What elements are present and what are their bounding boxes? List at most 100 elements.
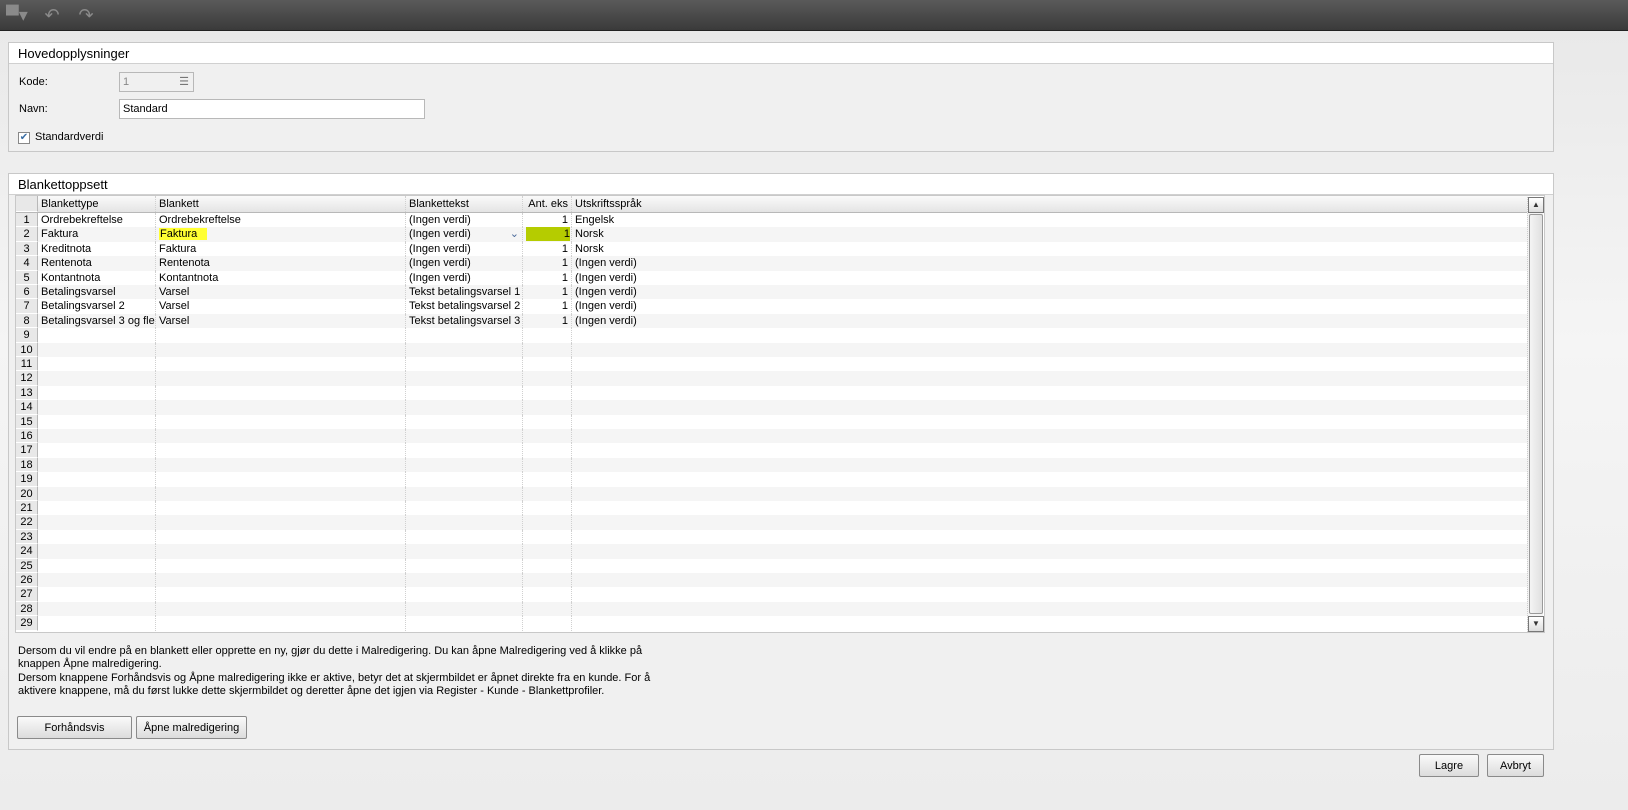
cell-blankett[interactable] [156, 357, 406, 372]
cell-ant-eks[interactable]: 1 [523, 227, 572, 242]
standard-checkbox[interactable]: ✔ [18, 132, 30, 144]
cell-blankett[interactable] [156, 515, 406, 530]
cell-blankettype[interactable]: Ordrebekreftelse [38, 213, 156, 228]
scroll-up-icon[interactable]: ▲ [1528, 197, 1544, 213]
cell-blankettekst[interactable] [406, 400, 523, 415]
cell-blankettype[interactable] [38, 328, 156, 343]
cell-blankettekst[interactable]: (Ingen verdi) [406, 270, 523, 285]
cell-blankettekst[interactable] [406, 357, 523, 372]
cell-blankettekst[interactable]: Tekst betalingsvarsel 2 [406, 299, 523, 314]
redo-icon[interactable]: ↷ [76, 5, 96, 25]
table-row[interactable]: 16 [16, 429, 1528, 444]
table-row[interactable]: 2 Faktura Faktura (Ingen verdi) ⌄ 1 Norsk [16, 227, 1528, 242]
table-row[interactable]: 24 [16, 544, 1528, 559]
column-header[interactable]: Blankettype [38, 196, 156, 212]
cell-blankettekst[interactable] [406, 429, 523, 444]
row-number[interactable]: 29 [16, 616, 38, 631]
cell-utskriftssprak[interactable] [572, 386, 1528, 400]
cell-blankettekst[interactable] [406, 601, 523, 617]
row-number[interactable]: 5 [16, 270, 38, 285]
cell-blankettype[interactable] [38, 601, 156, 617]
cell-ant-eks[interactable]: 1 [523, 313, 572, 329]
cell-ant-eks[interactable] [523, 616, 572, 631]
table-row[interactable]: 22 [16, 515, 1528, 530]
cell-blankettekst[interactable] [406, 616, 523, 631]
cell-blankettype[interactable] [38, 457, 156, 473]
cell-blankettekst[interactable] [406, 328, 523, 343]
cell-blankettype[interactable] [38, 529, 156, 545]
cell-blankett[interactable] [156, 486, 406, 501]
blankett-grid[interactable]: Blankettype Blankett Blankettekst Ant. e… [15, 195, 1545, 633]
table-row[interactable]: 23 [16, 529, 1528, 545]
row-number[interactable]: 8 [16, 313, 38, 329]
cell-blankettype[interactable] [38, 616, 156, 631]
cell-blankettekst[interactable]: Tekst betalingsvarsel 3 [406, 313, 523, 329]
row-number[interactable]: 21 [16, 501, 38, 516]
row-number[interactable]: 6 [16, 285, 38, 300]
scroll-thumb[interactable] [1529, 214, 1543, 614]
row-number[interactable]: 25 [16, 558, 38, 573]
cell-blankettekst[interactable] [406, 414, 523, 429]
row-number[interactable]: 13 [16, 385, 38, 401]
cell-ant-eks[interactable] [523, 342, 572, 357]
row-number[interactable]: 23 [16, 529, 38, 545]
cell-blankettekst[interactable] [406, 385, 523, 401]
cell-blankettype[interactable] [38, 515, 156, 530]
cell-blankettekst[interactable]: (Ingen verdi) [406, 241, 523, 257]
table-row[interactable]: 13 [16, 385, 1528, 401]
cell-utskriftssprak[interactable] [572, 616, 1528, 630]
cell-blankett[interactable] [156, 457, 406, 473]
cell-utskriftssprak[interactable] [572, 587, 1528, 601]
cell-utskriftssprak[interactable] [572, 515, 1528, 529]
cell-blankett[interactable] [156, 529, 406, 545]
column-header[interactable]: Blankettekst [406, 196, 523, 212]
cell-blankettype[interactable] [38, 400, 156, 415]
cell-utskriftssprak[interactable] [572, 443, 1528, 457]
undo-icon[interactable]: ↶ [42, 5, 62, 25]
cell-blankett[interactable]: Ordrebekreftelse [156, 213, 406, 228]
cell-blankettekst[interactable]: Tekst betalingsvarsel 1 [406, 285, 523, 300]
cell-blankett[interactable] [156, 443, 406, 458]
row-number[interactable]: 17 [16, 443, 38, 458]
cell-ant-eks[interactable]: 1 [523, 256, 572, 271]
cell-blankett[interactable]: Varsel [156, 299, 406, 314]
layout-icon[interactable]: ▀▾ [6, 5, 28, 25]
cell-blankettype[interactable] [38, 429, 156, 444]
cell-utskriftssprak[interactable] [572, 328, 1528, 342]
table-row[interactable]: 10 [16, 342, 1528, 357]
cell-utskriftssprak[interactable] [572, 487, 1528, 501]
cell-blankettype[interactable] [38, 486, 156, 501]
cell-ant-eks[interactable] [523, 429, 572, 444]
open-editor-button[interactable]: Åpne malredigering [136, 716, 247, 739]
row-number[interactable]: 28 [16, 601, 38, 617]
save-button[interactable]: Lagre [1419, 754, 1479, 777]
cell-utskriftssprak[interactable] [572, 429, 1528, 443]
cell-ant-eks[interactable]: 1 [523, 241, 572, 257]
cell-utskriftssprak[interactable]: (Ingen verdi) [572, 314, 1528, 328]
cell-ant-eks[interactable] [523, 385, 572, 401]
cell-ant-eks[interactable] [523, 558, 572, 573]
cell-blankettype[interactable] [38, 357, 156, 372]
cell-blankettype[interactable] [38, 558, 156, 573]
cell-utskriftssprak[interactable]: Norsk [572, 242, 1528, 256]
row-number[interactable]: 3 [16, 241, 38, 257]
table-row[interactable]: 26 [16, 573, 1528, 588]
cell-blankettype[interactable] [38, 501, 156, 516]
column-header[interactable]: Blankett [156, 196, 406, 212]
cell-blankett[interactable] [156, 544, 406, 559]
cell-ant-eks[interactable] [523, 414, 572, 429]
cell-utskriftssprak[interactable] [572, 544, 1528, 558]
cell-blankett[interactable]: Faktura [156, 227, 406, 242]
cell-blankettype[interactable] [38, 342, 156, 357]
cell-blankett[interactable]: Varsel [156, 313, 406, 329]
cell-utskriftssprak[interactable]: Engelsk [572, 213, 1528, 227]
cell-utskriftssprak[interactable] [572, 472, 1528, 486]
cell-blankett[interactable]: Faktura [156, 241, 406, 257]
cell-blankett[interactable] [156, 371, 406, 386]
cell-blankettekst[interactable] [406, 371, 523, 386]
cell-blankett[interactable] [156, 400, 406, 415]
cell-blankettekst[interactable]: (Ingen verdi) [406, 213, 523, 228]
row-number[interactable]: 22 [16, 515, 38, 530]
table-row[interactable]: 19 [16, 472, 1528, 487]
cell-ant-eks[interactable] [523, 544, 572, 559]
